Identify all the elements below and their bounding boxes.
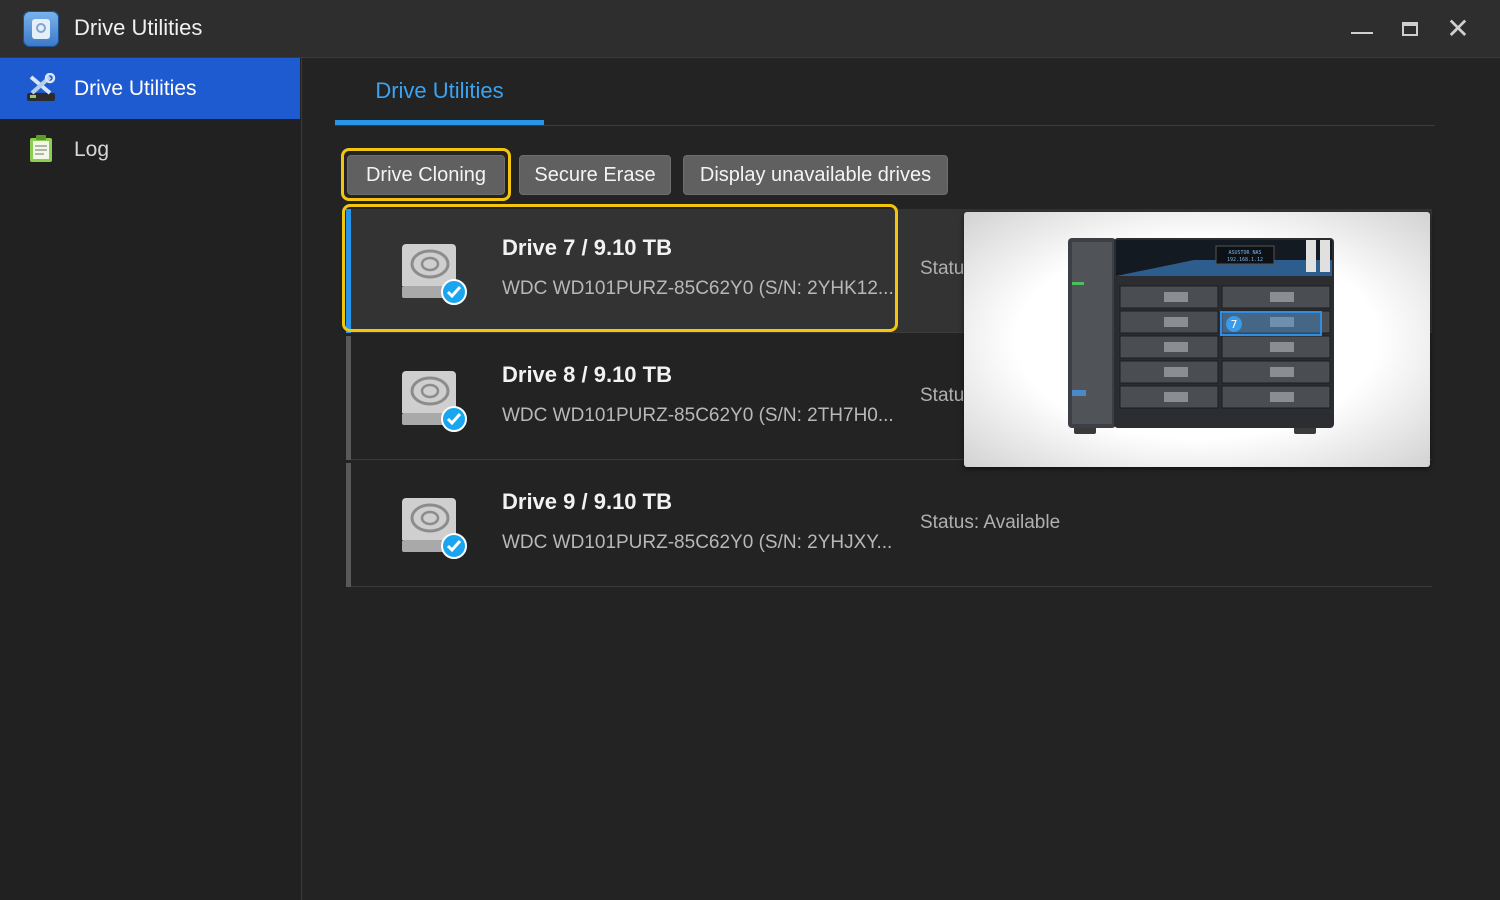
drive-icon: [402, 498, 467, 559]
drive-model: WDC WD101PURZ-85C62Y0 (S/N: 2TH7H0...: [502, 405, 894, 426]
highlight-frame: [341, 148, 511, 201]
row-indicator: [346, 336, 351, 460]
drive-row[interactable]: Drive 9 / 9.10 TB WDC WD101PURZ-85C62Y0 …: [346, 463, 1432, 587]
drive-title: Drive 9 / 9.10 TB: [502, 489, 672, 514]
drive-title: Drive 8 / 9.10 TB: [502, 362, 672, 387]
bay-number: 7: [1231, 318, 1238, 331]
row-indicator: [346, 463, 351, 587]
secure-erase-button[interactable]: Secure Erase: [519, 155, 671, 195]
sidebar-item-drive-utilities[interactable]: Drive Utilities: [0, 58, 300, 119]
nas-screen-text: ASUSTOR NAS: [1228, 250, 1261, 256]
nas-screen-text: 192.168.1.12: [1227, 257, 1263, 263]
nas-preview-popup: ASUSTOR NAS 192.168.1.12 7: [964, 212, 1430, 467]
sidebar: Drive Utilities Log: [0, 58, 302, 900]
sidebar-item-label: Drive Utilities: [74, 76, 197, 100]
maximize-icon: [1402, 22, 1418, 36]
divider: [335, 125, 1435, 126]
sidebar-item-label: Log: [74, 137, 110, 161]
title-bar: Drive Utilities ✕: [0, 0, 1500, 58]
tab-label: Drive Utilities: [375, 78, 504, 103]
display-unavailable-drives-button[interactable]: Display unavailable drives: [683, 155, 948, 195]
app-icon: [23, 11, 59, 47]
maximize-button[interactable]: [1394, 13, 1426, 45]
drive-status: Status: Available: [920, 512, 1061, 533]
nas-device-icon: ASUSTOR NAS 192.168.1.12 7: [1068, 238, 1334, 434]
tab-drive-utilities[interactable]: Drive Utilities: [335, 78, 544, 122]
minimize-button[interactable]: [1346, 13, 1378, 45]
highlight-frame: [342, 204, 898, 332]
close-button[interactable]: ✕: [1442, 13, 1474, 45]
window-title: Drive Utilities: [74, 15, 203, 40]
close-icon: ✕: [1446, 13, 1470, 44]
drive-icon: [402, 371, 467, 432]
minimize-icon: [1351, 32, 1373, 34]
tools-icon: [27, 73, 56, 101]
drive-model: WDC WD101PURZ-85C62Y0 (S/N: 2YHJXY...: [502, 532, 893, 553]
log-icon: [30, 135, 52, 162]
